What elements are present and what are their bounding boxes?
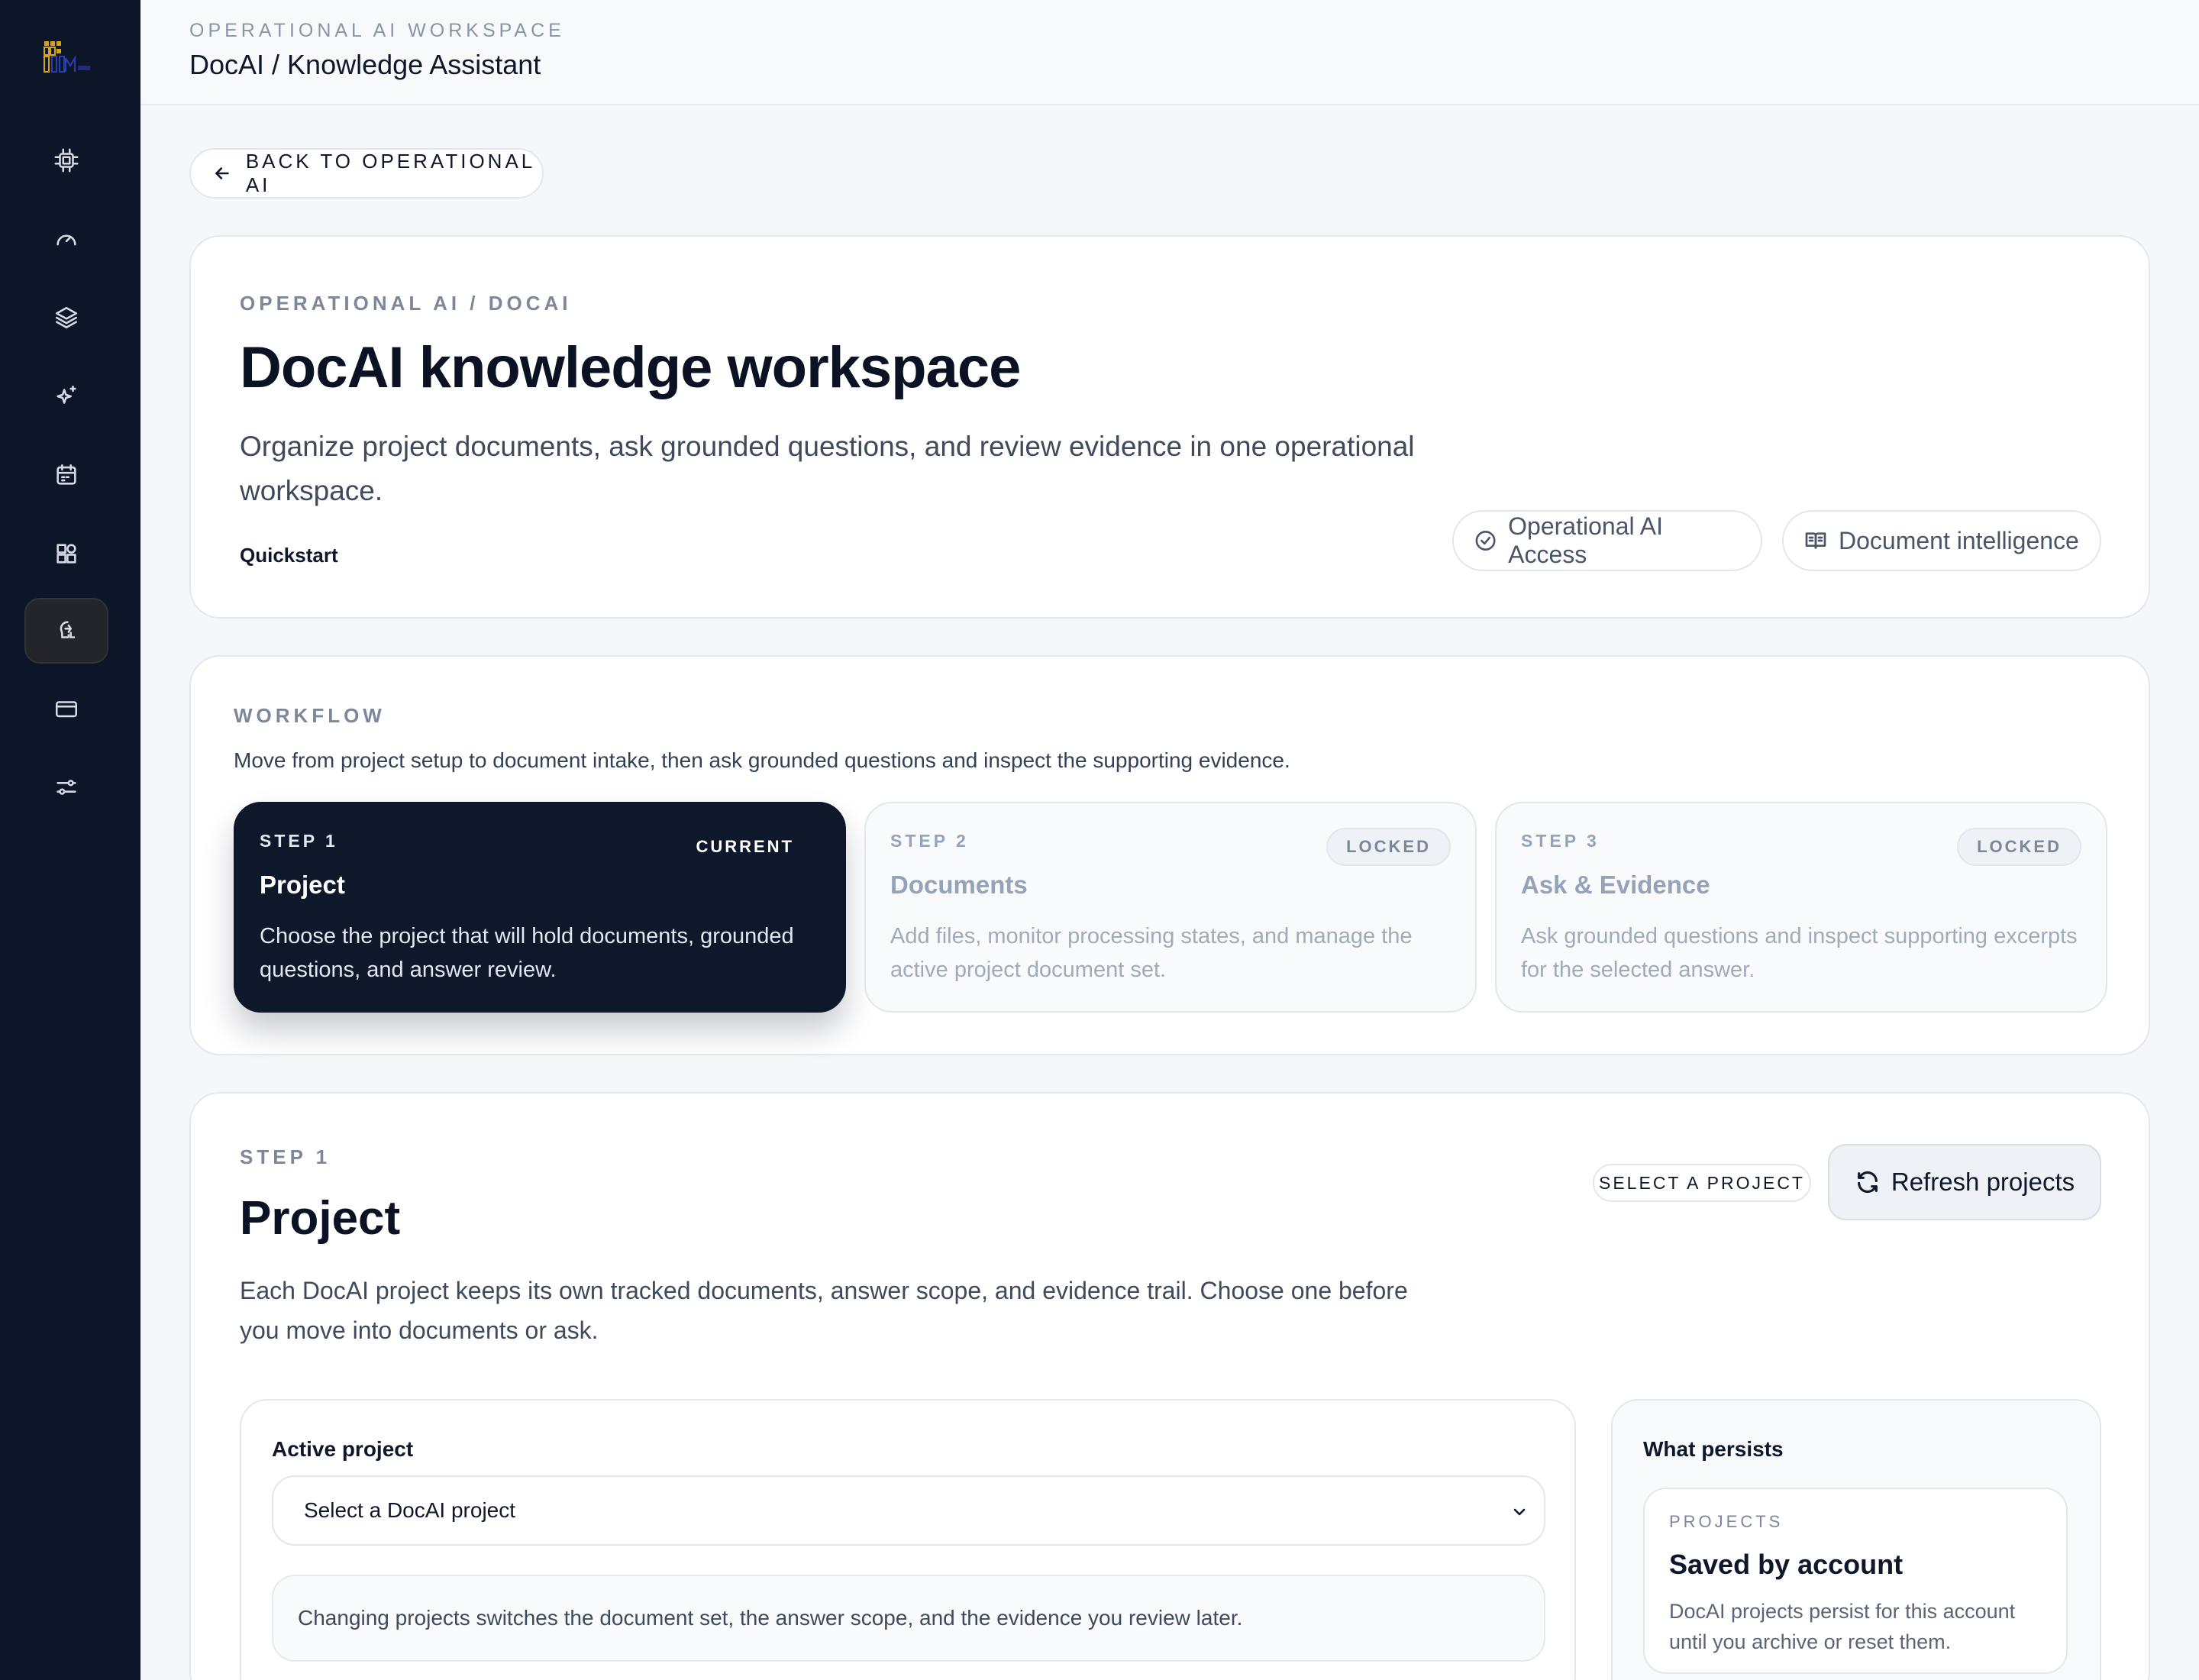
nav-item-brain[interactable] <box>24 598 108 664</box>
sidebar <box>0 0 140 1680</box>
what-persists-label: What persists <box>1643 1437 1784 1461</box>
what-persists-panel: What persists PROJECTS Saved by account … <box>1611 1399 2101 1680</box>
widgets-icon <box>57 544 76 564</box>
document-intelligence-pill-label: Document intelligence <box>1839 526 2079 554</box>
nav-item-widgets[interactable] <box>24 521 108 586</box>
active-project-label: Active project <box>272 1437 414 1461</box>
logo[interactable] <box>43 38 101 75</box>
nav-item-card[interactable] <box>24 676 108 741</box>
nav-item-sparkles[interactable] <box>24 363 108 429</box>
step-number: STEP 1 <box>260 831 338 851</box>
refresh-projects-label: Refresh projects <box>1891 1168 2075 1196</box>
hero-description: Organize project documents, ask grounded… <box>240 431 1415 506</box>
step-card-ask-evidence: STEP 3 LOCKED Ask & Evidence Ask grounde… <box>1495 802 2107 1013</box>
hero-card: OPERATIONAL AI / DOCAI DocAI knowledge w… <box>189 235 2150 619</box>
workflow-card: WORKFLOW Move from project setup to docu… <box>189 655 2150 1055</box>
step-status-badge: LOCKED <box>1326 828 1451 866</box>
card-icon <box>55 701 78 718</box>
hero-title: DocAI knowledge workspace <box>240 335 1021 400</box>
access-pill-label: Operational AI Access <box>1508 512 1663 568</box>
nav-item-gauge[interactable] <box>24 206 108 272</box>
logo-mark-icon <box>44 41 90 73</box>
project-select[interactable]: Select a DocAI project <box>272 1475 1545 1546</box>
page-title: DocAI / Knowledge Assistant <box>189 49 541 80</box>
calendar-icon <box>57 464 76 485</box>
chevron-down-icon <box>1513 1508 1526 1516</box>
active-project-panel: Active project Select a DocAI project Ch… <box>240 1399 1576 1680</box>
cpu-icon <box>54 148 79 173</box>
persists-card-eyebrow: PROJECTS <box>1669 1512 1784 1531</box>
hero-eyebrow: OPERATIONAL AI / DOCAI <box>240 292 572 315</box>
workflow-description: Move from project setup to document inta… <box>234 748 1290 772</box>
workflow-eyebrow: WORKFLOW <box>234 704 386 727</box>
step-status-badge: CURRENT <box>696 837 794 856</box>
step-description: Ask grounded questions and inspect suppo… <box>1521 924 2078 982</box>
access-pill: Operational AI Access <box>1452 510 1762 571</box>
back-button-label: BACK TO OPERATIONAL AI <box>245 150 535 196</box>
persists-card-text: DocAI projects persist for this account … <box>1669 1600 2016 1653</box>
nav-item-calendar[interactable] <box>24 442 108 508</box>
step-status-badge: LOCKED <box>1957 828 2081 866</box>
quickstart-link[interactable]: Quickstart <box>240 544 338 567</box>
project-switch-note: Changing projects switches the document … <box>272 1575 1545 1662</box>
persists-card-title: Saved by account <box>1669 1549 1904 1580</box>
step-title: Project <box>260 871 345 899</box>
step-description: Add files, monitor processing states, an… <box>890 924 1413 982</box>
sparkles-icon <box>57 385 76 404</box>
layers-icon <box>55 306 78 329</box>
project-section: STEP 1 Project Each DocAI project keeps … <box>189 1092 2150 1680</box>
sliders-icon <box>57 780 76 795</box>
gauge-icon <box>57 234 76 246</box>
nav-item-sliders[interactable] <box>24 754 108 820</box>
check-circle-icon <box>1475 531 1496 551</box>
book-open-icon <box>1805 532 1826 549</box>
step-title: Ask & Evidence <box>1521 871 1710 899</box>
step-card-project[interactable]: STEP 1 CURRENT Project Choose the projec… <box>234 802 846 1013</box>
refresh-icon <box>1857 1171 1878 1194</box>
back-button[interactable]: BACK TO OPERATIONAL AI <box>189 148 544 199</box>
header-eyebrow: OPERATIONAL AI WORKSPACE <box>189 20 565 41</box>
step-card-documents: STEP 2 LOCKED Documents Add files, monit… <box>864 802 1477 1013</box>
step-number: STEP 2 <box>890 831 969 851</box>
refresh-projects-button[interactable]: Refresh projects <box>1828 1144 2101 1220</box>
top-header: OPERATIONAL AI WORKSPACE DocAI / Knowled… <box>140 0 2199 105</box>
arrow-left-icon <box>215 167 229 179</box>
project-title: Project <box>240 1192 401 1245</box>
brain-icon <box>60 621 76 638</box>
persists-card: PROJECTS Saved by account DocAI projects… <box>1643 1488 2068 1674</box>
nav-item-layers[interactable] <box>24 285 108 351</box>
step-title: Documents <box>890 871 1028 899</box>
step-description: Choose the project that will hold docume… <box>260 924 794 982</box>
project-select-value: Select a DocAI project <box>304 1498 516 1522</box>
step-number: STEP 3 <box>1521 831 1600 851</box>
project-eyebrow: STEP 1 <box>240 1145 331 1168</box>
project-description: Each DocAI project keeps its own tracked… <box>240 1277 1408 1344</box>
select-project-badge: SELECT A PROJECT <box>1593 1164 1811 1202</box>
document-intelligence-pill: Document intelligence <box>1782 510 2101 571</box>
nav-item-cpu[interactable] <box>24 128 108 193</box>
